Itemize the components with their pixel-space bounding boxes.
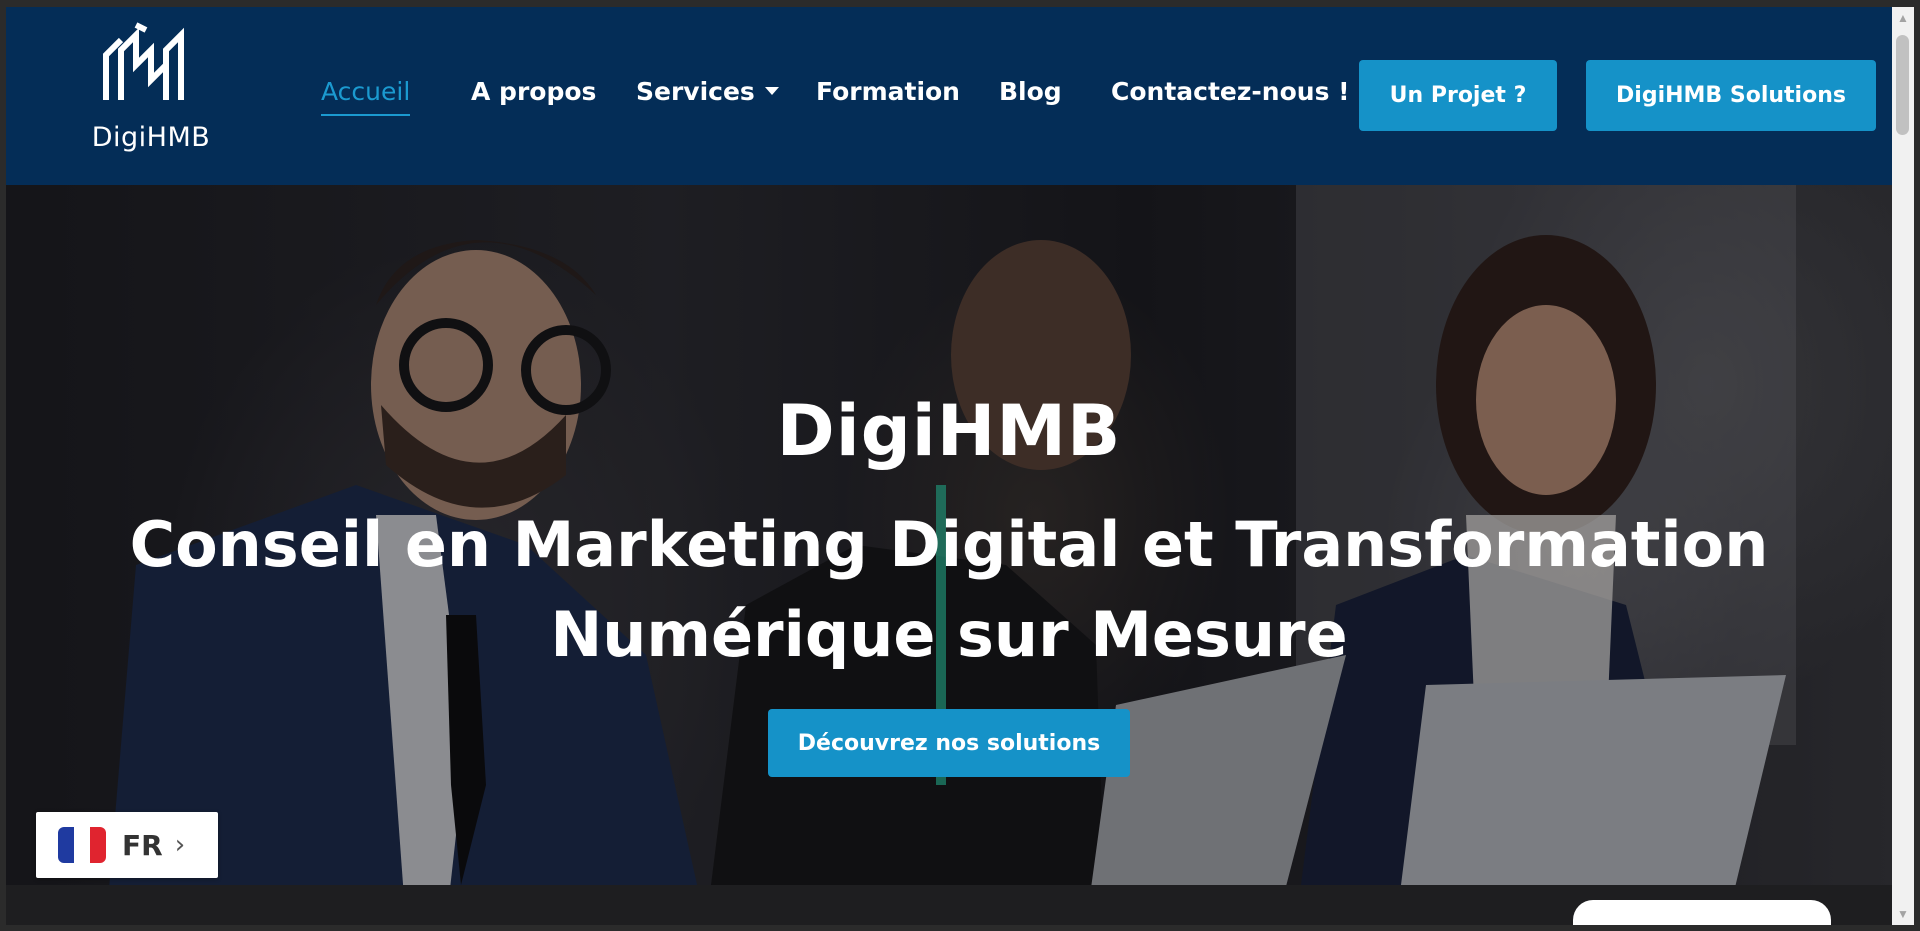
hero-subtitle-line-1: Conseil en Marketing Digital et Transfor… xyxy=(129,508,1769,581)
chevron-right-icon: › xyxy=(174,830,186,860)
digihmb-solutions-button[interactable]: DigiHMB Solutions xyxy=(1586,60,1876,131)
language-code: FR xyxy=(122,828,163,862)
site-header: DigiHMB Accueil A propos Services Format… xyxy=(6,7,1892,185)
floating-widget-tab[interactable] xyxy=(1573,900,1831,925)
site-logo[interactable]: DigiHMB xyxy=(91,20,211,160)
nav-item-blog[interactable]: Blog xyxy=(999,77,1062,106)
nav-item-a-propos[interactable]: A propos xyxy=(471,77,596,106)
hero-title: DigiHMB xyxy=(776,390,1122,472)
browser-viewport: DigiHMB Accueil A propos Services Format… xyxy=(6,7,1892,925)
scrollbar-thumb[interactable] xyxy=(1896,35,1909,135)
scroll-up-arrow-icon[interactable]: ▲ xyxy=(1892,7,1914,29)
un-projet-button[interactable]: Un Projet ? xyxy=(1359,60,1557,131)
hero-subtitle: Conseil en Marketing Digital et Transfor… xyxy=(66,500,1832,680)
nav-item-contactez-nous[interactable]: Contactez-nous ! xyxy=(1111,77,1350,106)
scroll-down-arrow-icon[interactable]: ▼ xyxy=(1892,903,1914,925)
discover-solutions-button[interactable]: Découvrez nos solutions xyxy=(768,709,1130,777)
language-switcher[interactable]: FR › xyxy=(36,812,218,878)
nav-item-services-label: Services xyxy=(636,77,755,106)
page-scrollbar[interactable]: ▲ ▼ xyxy=(1892,7,1914,925)
hero-subtitle-line-2: Numérique sur Mesure xyxy=(550,598,1348,671)
logo-text: DigiHMB xyxy=(91,122,211,153)
nav-item-formation[interactable]: Formation xyxy=(816,77,960,106)
france-flag-icon xyxy=(58,827,106,863)
caret-down-icon xyxy=(764,87,779,95)
hero-section: DigiHMB Conseil en Marketing Digital et … xyxy=(6,185,1892,925)
logo-mark-icon xyxy=(103,22,184,100)
nav-item-accueil[interactable]: Accueil xyxy=(321,77,411,116)
nav-item-services[interactable]: Services xyxy=(636,77,779,106)
